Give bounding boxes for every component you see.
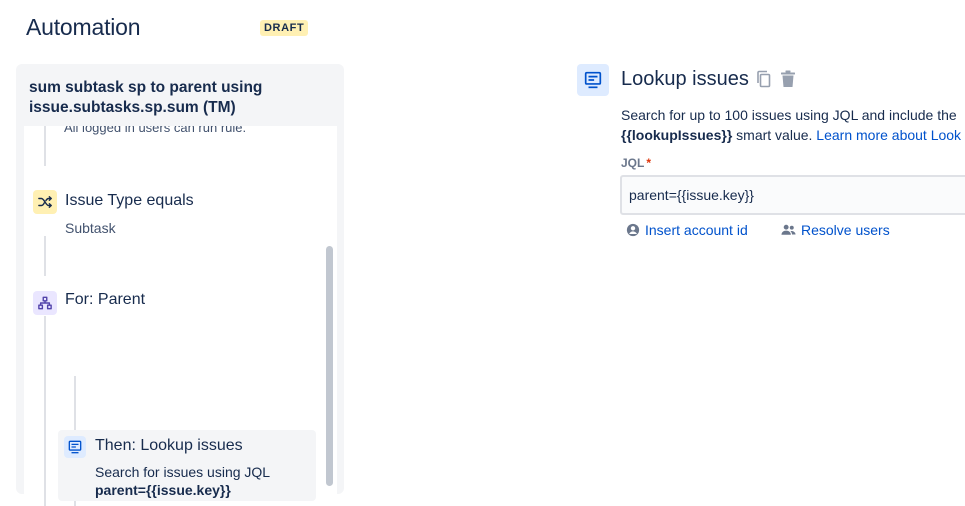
jql-label: JQL * xyxy=(621,156,651,170)
people-icon xyxy=(781,224,796,235)
required-marker: * xyxy=(646,156,652,170)
action-jql: parent={{issue.key}} xyxy=(95,482,231,498)
rule-panel: sum subtask sp to parent using issue.sub… xyxy=(16,64,344,506)
resolve-users-link[interactable]: Resolve users xyxy=(781,222,890,238)
rule-name[interactable]: sum subtask sp to parent using issue.sub… xyxy=(29,78,329,118)
learn-more-link[interactable]: Learn more about Look xyxy=(816,127,961,143)
jql-input[interactable] xyxy=(620,175,965,215)
detail-title: Lookup issues xyxy=(621,68,749,90)
description-line1: Search for up to 100 issues using JQL an… xyxy=(621,107,957,123)
action-step-card[interactable]: Then: Lookup issues Search for issues us… xyxy=(58,430,316,501)
shuffle-icon xyxy=(33,190,57,214)
lookup-icon xyxy=(577,64,609,96)
branch-line xyxy=(74,501,76,506)
page-title: Automation xyxy=(26,14,141,40)
jql-label-text: JQL xyxy=(621,156,645,170)
branch-title: For: Parent xyxy=(65,291,146,308)
scrollbar-thumb[interactable] xyxy=(326,246,333,486)
condition-title: Issue Type equals xyxy=(65,192,194,209)
insert-account-id-link[interactable]: Insert account id xyxy=(626,222,748,238)
trash-icon[interactable] xyxy=(780,70,796,93)
condition-subtitle: Subtask xyxy=(65,220,116,236)
connector-line xyxy=(44,236,46,276)
person-circle-icon xyxy=(626,223,640,237)
smart-value: {{lookupIssues}} xyxy=(621,127,733,143)
rule-canvas: All logged in users can run rule. Issue … xyxy=(24,126,337,506)
connector-line xyxy=(44,126,46,166)
insert-account-id-label: Insert account id xyxy=(645,222,748,238)
action-title: Then: Lookup issues xyxy=(95,437,243,454)
hierarchy-icon xyxy=(33,291,57,315)
copy-icon[interactable] xyxy=(756,70,772,93)
description-suffix: smart value. xyxy=(732,127,817,143)
resolve-users-label: Resolve users xyxy=(801,222,890,238)
connector-line xyxy=(44,316,46,506)
draft-badge: DRAFT xyxy=(260,20,309,36)
branch-line xyxy=(74,376,76,430)
lookup-icon xyxy=(64,436,86,458)
trigger-description: All logged in users can run rule. xyxy=(64,126,247,135)
detail-description: Search for up to 100 issues using JQL an… xyxy=(621,105,961,145)
action-description: Search for issues using JQL xyxy=(95,464,271,480)
